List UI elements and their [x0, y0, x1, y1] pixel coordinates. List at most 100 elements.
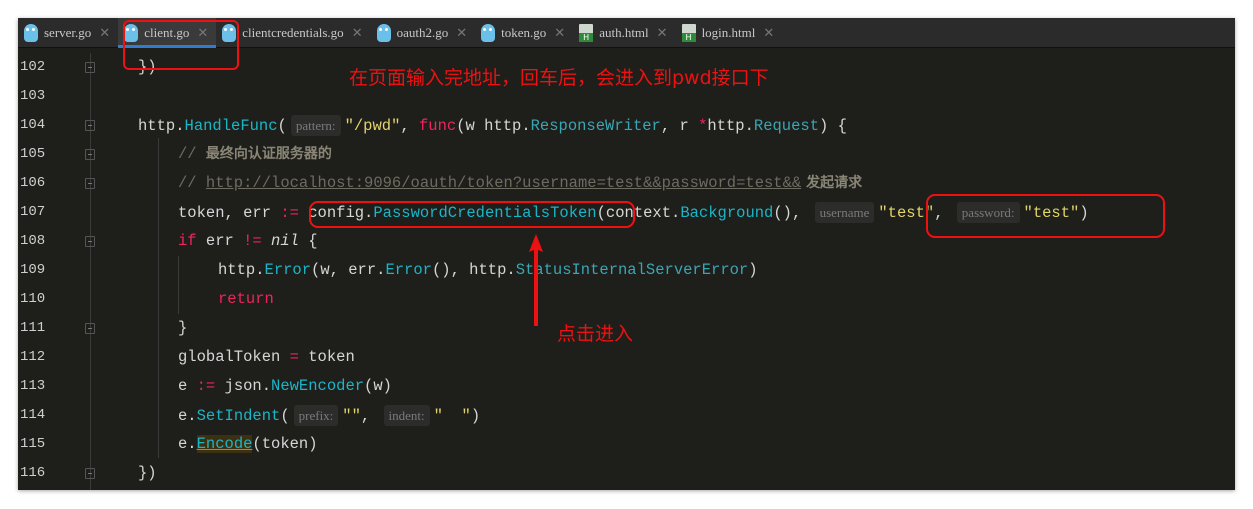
line-number: 106 — [20, 175, 46, 191]
code-token: ) — [470, 407, 481, 425]
tab-oauth2-go[interactable]: oauth2.go ✕ — [371, 18, 476, 48]
code-token: return — [218, 290, 274, 308]
line-number: 108 — [20, 233, 46, 249]
tab-login-html[interactable]: login.html ✕ — [676, 18, 783, 48]
code-token: (), http. — [431, 261, 516, 279]
code-token: err — [196, 232, 244, 250]
tab-label: server.go — [44, 25, 92, 40]
tab-label: token.go — [501, 25, 547, 40]
fold-icon[interactable] — [85, 323, 95, 334]
code-token: 最终向认证服务器的 — [205, 146, 332, 162]
code-token: func — [418, 117, 457, 135]
line-number: 105 — [20, 146, 46, 162]
close-icon[interactable]: ✕ — [657, 26, 668, 41]
code-token: ) { — [819, 117, 847, 135]
code-token: globalToken — [178, 348, 290, 366]
code-token: Background — [680, 204, 774, 222]
code-text: e := json.NewEncoder(w) — [178, 372, 392, 401]
code-token: SetIndent — [196, 407, 281, 425]
code-token: http://localhost:9096/oauth/token?userna… — [205, 174, 802, 192]
code-token: ResponseWriter — [530, 117, 661, 135]
code-token: { — [298, 232, 318, 250]
code-line: 115 e.Encode(token) — [18, 430, 1235, 459]
fold-icon[interactable] — [85, 236, 95, 247]
code-token: "" — [342, 407, 361, 425]
annotation-top-note: 在页面输入完地址，回车后，会进入到pwd接口下 — [349, 67, 769, 89]
code-token: "/pwd" — [344, 117, 401, 135]
code-token: } — [178, 319, 188, 337]
code-line: 112 globalToken = token — [18, 343, 1235, 372]
code-token: nil — [271, 232, 299, 250]
fold-icon[interactable] — [85, 178, 95, 189]
parameter-hint: indent: — [383, 405, 430, 426]
tab-token-go[interactable]: token.go ✕ — [475, 18, 573, 48]
tab-server-go[interactable]: server.go ✕ — [18, 18, 118, 48]
code-text: // http://localhost:9096/oauth/token?use… — [178, 169, 862, 198]
code-token: * — [698, 117, 708, 135]
code-token: e — [178, 377, 197, 395]
code-token: http. — [138, 117, 185, 135]
line-number: 107 — [20, 204, 46, 220]
parameter-hint: pattern: — [290, 115, 341, 136]
code-token: token — [298, 348, 355, 366]
line-number: 116 — [20, 465, 46, 481]
code-text: } — [178, 314, 187, 343]
close-icon[interactable]: ✕ — [352, 26, 363, 41]
code-token: , r — [660, 117, 699, 135]
code-token: != — [243, 232, 262, 250]
parameter-hint: username — [814, 202, 875, 223]
gopher-icon — [24, 24, 38, 42]
gopher-icon — [481, 24, 496, 42]
code-editor[interactable]: 102}) 103 104 http.HandleFunc(pattern: "/pwd… — [18, 53, 1235, 488]
tab-label: oauth2.go — [396, 25, 449, 40]
code-line: 109 http.Error(w, err.Error(), http.Statu… — [18, 256, 1235, 285]
tab-auth-html[interactable]: auth.html ✕ — [573, 18, 675, 48]
code-token: Encode — [196, 435, 253, 453]
fold-icon[interactable] — [85, 62, 95, 73]
fold-icon[interactable] — [85, 120, 95, 131]
code-line: 105 // 最终向认证服务器的 — [18, 140, 1235, 169]
code-line: 104 http.HandleFunc(pattern: "/pwd", func(… — [18, 111, 1235, 140]
code-text: if err != nil { — [178, 227, 318, 256]
code-token: 发起请求 — [801, 175, 863, 191]
code-token: ) — [748, 261, 758, 279]
code-token: http. — [707, 117, 754, 135]
line-number: 112 — [20, 349, 46, 365]
close-icon[interactable]: ✕ — [763, 26, 774, 41]
code-token: ( — [280, 407, 290, 425]
highlight-box-client-tab — [123, 20, 239, 70]
fold-icon[interactable] — [85, 149, 95, 160]
tab-label: clientcredentials.go — [242, 25, 344, 40]
code-line: 110 return — [18, 285, 1235, 314]
tab-label: login.html — [701, 25, 756, 40]
highlight-box-args — [926, 194, 1165, 238]
tab-label: auth.html — [599, 25, 649, 40]
code-text: // 最终向认证服务器的 — [178, 140, 332, 169]
code-text: }) — [138, 459, 157, 488]
red-arrow-icon — [529, 234, 543, 326]
line-number: 111 — [20, 320, 46, 336]
line-number: 109 — [20, 262, 46, 278]
code-line: 114 e.SetIndent(prefix: "", indent: " ") — [18, 401, 1235, 430]
code-token: e. — [178, 435, 197, 453]
html-file-icon — [579, 24, 594, 42]
code-token: (w, err. — [311, 261, 386, 279]
code-token: // — [178, 174, 206, 192]
fold-icon[interactable] — [85, 468, 95, 479]
code-token: Error — [264, 261, 312, 279]
line-number: 104 — [20, 117, 46, 133]
code-token: " " — [433, 407, 471, 425]
close-icon[interactable]: ✕ — [554, 26, 565, 41]
code-token: ( — [277, 117, 287, 135]
close-icon[interactable]: ✕ — [99, 26, 110, 41]
gopher-icon — [376, 24, 391, 42]
code-token: if — [178, 232, 197, 250]
close-icon[interactable]: ✕ — [456, 26, 467, 41]
code-token: := — [196, 377, 216, 395]
code-token: HandleFunc — [184, 117, 278, 135]
code-token: , — [400, 117, 419, 135]
code-text: e.SetIndent(prefix: "", indent: " ") — [178, 401, 480, 431]
tab-clientcredentials-go[interactable]: clientcredentials.go ✕ — [216, 18, 370, 48]
code-token: Request — [753, 117, 820, 135]
